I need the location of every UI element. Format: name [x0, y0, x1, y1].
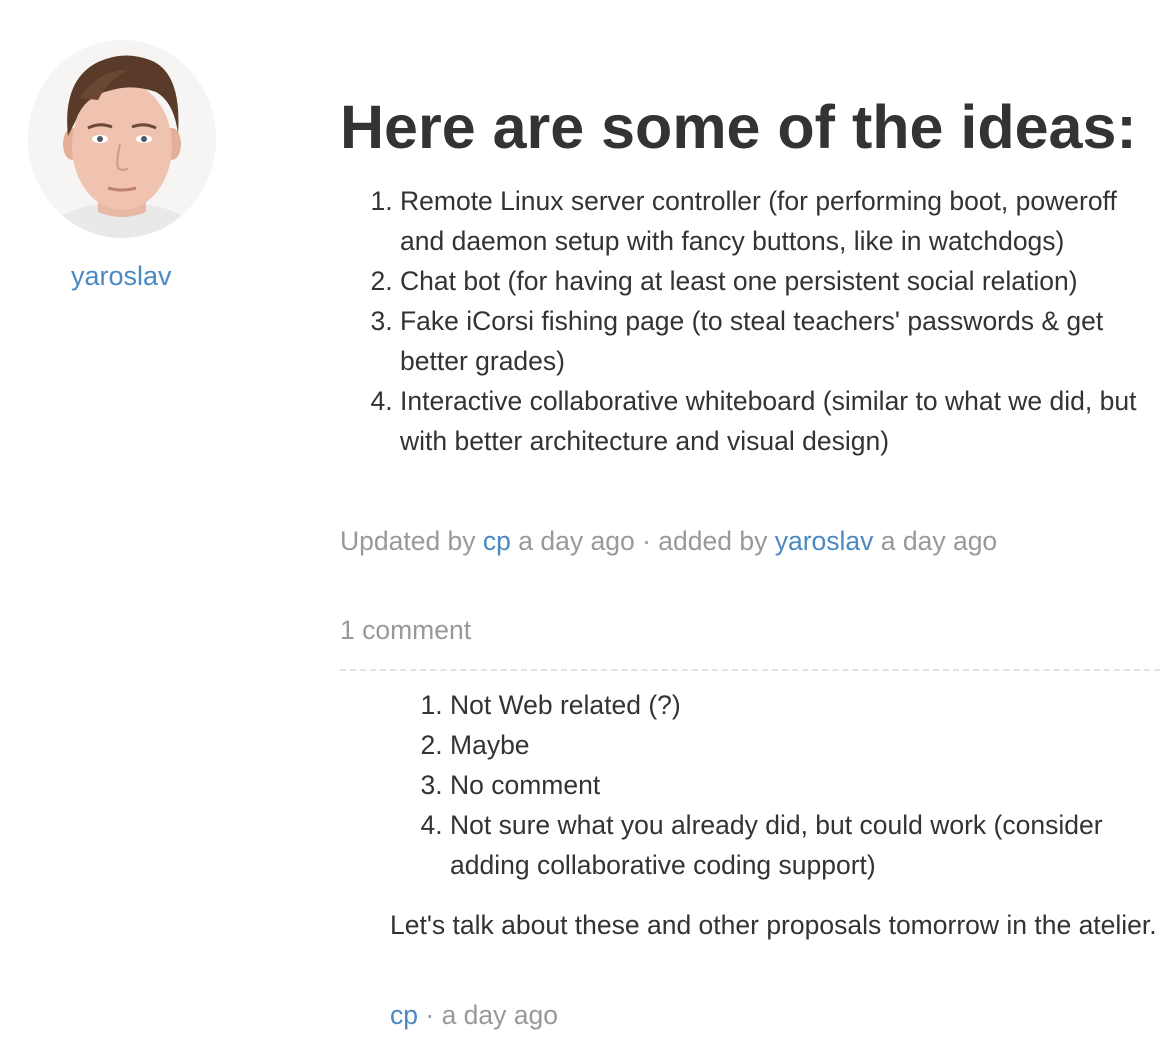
idea-item-1: Remote Linux server controller (for perf… — [400, 181, 1160, 261]
post-title: Here are some of the ideas: — [340, 93, 1137, 161]
updated-by-link[interactable]: cp — [483, 526, 511, 556]
updated-prefix: Updated by — [340, 526, 476, 556]
ideas-list: Remote Linux server controller (for perf… — [340, 181, 1160, 461]
user-avatar-photo-icon — [28, 40, 216, 238]
comment-text: Let's talk about these and other proposa… — [390, 910, 1157, 940]
added-prefix: added by — [658, 526, 768, 556]
comment: Not Web related (?) Maybe No comment Not… — [390, 685, 1160, 1030]
added-by-link[interactable]: yaroslav — [775, 526, 874, 556]
comment-list-item-2: Maybe — [450, 725, 1160, 765]
comment-count: 1 comment — [340, 615, 472, 645]
post-meta: Updated by cp a day ago · added by yaros… — [340, 521, 997, 561]
comment-list-item-1: Not Web related (?) — [450, 685, 1160, 725]
comment-time: a day ago — [441, 1000, 558, 1030]
meta-separator: · — [642, 526, 651, 556]
author-avatar[interactable] — [28, 40, 216, 238]
comment-meta-separator: · — [425, 1000, 435, 1030]
idea-item-4: Interactive collaborative whiteboard (si… — [400, 381, 1160, 461]
author-name-link[interactable]: yaroslav — [71, 261, 172, 292]
updated-time: a day ago — [518, 526, 635, 556]
comment-list-item-4: Not sure what you already did, but could… — [450, 805, 1160, 885]
comment-list: Not Web related (?) Maybe No comment Not… — [390, 685, 1160, 885]
comment-meta: cp · a day ago — [390, 995, 558, 1035]
comments-divider — [340, 669, 1160, 671]
comment-list-item-3: No comment — [450, 765, 1160, 805]
idea-item-2: Chat bot (for having at least one persis… — [400, 261, 1160, 301]
added-time: a day ago — [880, 526, 998, 556]
idea-item-3: Fake iCorsi fishing page (to steal teach… — [400, 301, 1160, 381]
comment-author-link[interactable]: cp — [390, 1000, 418, 1030]
